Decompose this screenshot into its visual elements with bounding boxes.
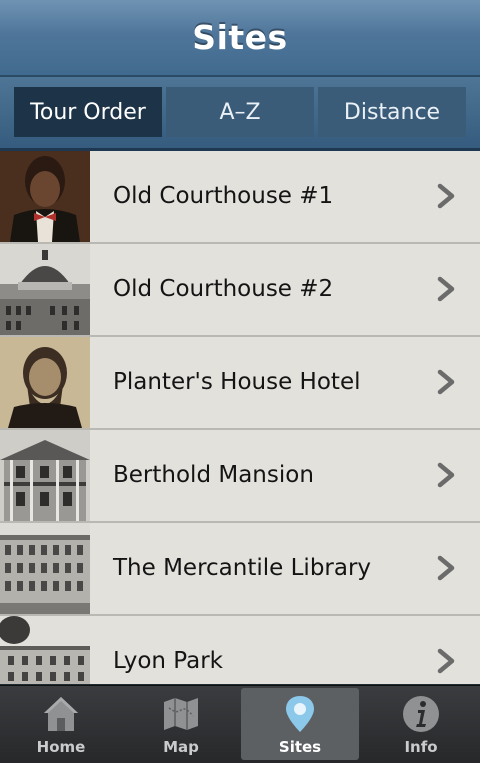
tab-label: Info xyxy=(404,738,438,756)
tab-label: Sites xyxy=(278,738,322,756)
list-item[interactable]: Planter's House Hotel xyxy=(0,337,480,430)
tab-home[interactable]: Home xyxy=(2,688,120,760)
chevron-right-icon xyxy=(437,369,455,395)
chevron-right-icon xyxy=(437,276,455,302)
site-name: Lyon Park xyxy=(113,648,223,674)
tab-bar: Home Map Sites Info xyxy=(0,685,480,763)
site-name: Old Courthouse #2 xyxy=(113,276,334,302)
segment-tour-order[interactable]: Tour Order xyxy=(14,87,162,137)
chevron-right-icon xyxy=(437,648,455,674)
chevron-right-icon xyxy=(437,555,455,581)
site-name: Planter's House Hotel xyxy=(113,369,361,395)
site-name: Berthold Mansion xyxy=(113,462,314,488)
tab-info[interactable]: Info xyxy=(362,688,480,760)
site-thumbnail xyxy=(0,616,90,684)
site-thumbnail xyxy=(0,151,90,242)
segment-a-z[interactable]: A–Z xyxy=(166,87,314,137)
tab-map[interactable]: Map xyxy=(122,688,240,760)
list-item[interactable]: The Mercantile Library xyxy=(0,523,480,616)
list-item[interactable]: Berthold Mansion xyxy=(0,430,480,523)
site-name: Old Courthouse #1 xyxy=(113,183,334,209)
info-icon xyxy=(403,696,439,732)
nav-header: Sites xyxy=(0,0,480,77)
page-title: Sites xyxy=(192,18,288,57)
chevron-right-icon xyxy=(437,183,455,209)
site-thumbnail xyxy=(0,244,90,335)
site-thumbnail xyxy=(0,523,90,614)
tab-label: Map xyxy=(163,738,199,756)
home-icon xyxy=(44,697,78,731)
list-item[interactable]: Old Courthouse #2 xyxy=(0,244,480,337)
tab-label: Home xyxy=(36,738,86,756)
site-name: The Mercantile Library xyxy=(113,555,372,581)
map-pin-icon xyxy=(286,696,314,732)
chevron-right-icon xyxy=(437,462,455,488)
list-item[interactable]: Lyon Park xyxy=(0,616,480,684)
list-item[interactable]: Old Courthouse #1 xyxy=(0,151,480,244)
sort-segmented-control: Tour Order A–Z Distance xyxy=(0,77,480,151)
sites-list: Old Courthouse #1 Old Courthouse #2 Plan… xyxy=(0,151,480,684)
site-thumbnail xyxy=(0,337,90,428)
tab-sites[interactable]: Sites xyxy=(241,688,359,760)
site-thumbnail xyxy=(0,430,90,521)
map-icon xyxy=(164,698,198,730)
segment-distance[interactable]: Distance xyxy=(318,87,466,137)
